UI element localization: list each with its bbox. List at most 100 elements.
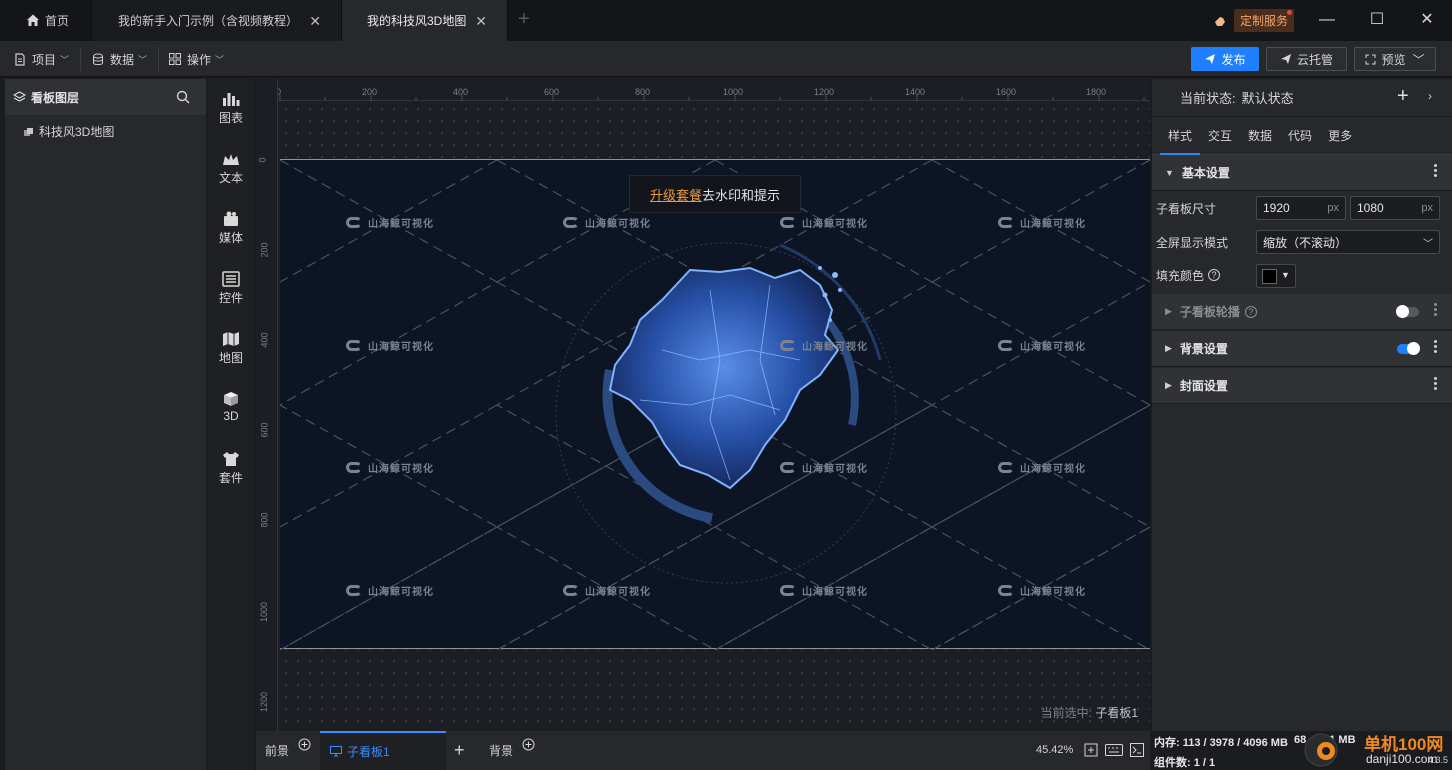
tab-tutorial[interactable]: 我的新手入门示例（含视频教程） ✕ — [92, 0, 342, 41]
caret-right-icon: ▶ — [1165, 343, 1172, 353]
cloud-hosting-label: 云托管 — [1296, 52, 1333, 67]
current-selection-label: 当前选中: — [1040, 706, 1092, 720]
keyboard-icon[interactable] — [1105, 744, 1123, 756]
menu-data[interactable]: 数据 ﹀ — [92, 41, 147, 77]
watermark: 山海鲸可视化 — [780, 338, 868, 353]
tab-sub-board[interactable]: 子看板1 — [320, 731, 446, 770]
section-basic-settings[interactable]: ▼ 基本设置 — [1152, 155, 1452, 191]
add-circle-icon[interactable] — [522, 738, 535, 751]
section-background-label: 背景设置 — [1179, 342, 1228, 356]
component-chart[interactable]: 图表 — [208, 91, 254, 126]
search-icon[interactable] — [176, 90, 190, 104]
component-kit[interactable]: 套件 — [208, 451, 254, 486]
fullscreen-mode-select[interactable]: 缩放（不滚动） ﹀ — [1256, 230, 1440, 254]
tab-foreground[interactable]: 前景 — [256, 731, 318, 770]
watermark: 山海鲸可视化 — [998, 338, 1086, 353]
add-sub-board-icon[interactable]: + — [454, 731, 474, 770]
carousel-toggle[interactable] — [1396, 305, 1419, 318]
menu-project-label: 项目 — [32, 52, 57, 67]
background-toggle[interactable] — [1397, 342, 1420, 355]
add-circle-icon[interactable] — [298, 738, 311, 751]
preview-button[interactable]: 预览 ﹀ — [1354, 47, 1436, 71]
width-input[interactable]: 1920 px — [1256, 196, 1346, 220]
publish-button[interactable]: 发布 — [1191, 47, 1259, 71]
component-toolbar: 图表 文本 媒体 控件 地图 3D 套件 — [208, 79, 254, 770]
divider — [80, 47, 81, 71]
tab-code[interactable]: 代码 — [1280, 117, 1320, 155]
sub-board[interactable]: 山海鲸可视化 山海鲸可视化 山海鲸可视化 山海鲸可视化 山海鲸可视化 山海鲸可视… — [280, 159, 1150, 650]
tab-home[interactable]: 首页 — [0, 0, 92, 41]
canvas-area[interactable]: 0 200 400 600 800 1000 1200 1400 1600 18… — [256, 79, 1150, 731]
watermark: 山海鲸可视化 — [998, 215, 1086, 230]
close-icon[interactable]: ✕ — [309, 13, 321, 30]
menu-bar: 项目 ﹀ 数据 ﹀ 操作 ﹀ 发布 云托管 预览 ﹀ — [0, 41, 1452, 77]
watermark: 山海鲸可视化 — [998, 583, 1086, 598]
help-icon[interactable]: ? — [1244, 305, 1257, 318]
width-value: 1920 — [1263, 201, 1290, 215]
tab-more[interactable]: 更多 — [1320, 117, 1360, 155]
more-icon[interactable] — [1434, 164, 1438, 179]
component-media[interactable]: 媒体 — [208, 211, 254, 246]
fullscreen-icon — [1365, 54, 1376, 64]
site-url: danji100.com — [1366, 752, 1438, 766]
terminal-icon[interactable] — [1130, 743, 1144, 757]
minimize-button[interactable]: — — [1314, 8, 1340, 32]
custom-service-button[interactable]: 定制服务 — [1212, 9, 1295, 32]
ruler-label: 200 — [362, 87, 378, 97]
more-icon[interactable] — [1434, 340, 1438, 355]
component-kit-label: 套件 — [218, 471, 243, 485]
state-value[interactable]: 默认状态 — [1242, 88, 1294, 107]
ruler-label: 1600 — [996, 87, 1017, 97]
cloud-hosting-button[interactable]: 云托管 — [1266, 47, 1347, 71]
ruler-label: 800 — [635, 87, 651, 97]
section-carousel-label: 子看板轮播 — [1179, 305, 1240, 319]
fit-screen-icon[interactable] — [1084, 743, 1098, 757]
section-carousel[interactable]: ▶ 子看板轮播 ? — [1152, 294, 1452, 330]
component-3d[interactable]: 3D — [208, 391, 254, 423]
tab-background[interactable]: 背景 — [480, 731, 542, 770]
zoom-level[interactable]: 45.42% — [1036, 744, 1073, 756]
close-icon[interactable]: ✕ — [475, 13, 487, 30]
text-icon — [223, 154, 239, 165]
maximize-button[interactable]: ☐ — [1364, 8, 1390, 32]
height-value: 1080 — [1357, 201, 1384, 215]
watermark: 山海鲸可视化 — [998, 460, 1086, 475]
chevron-right-icon[interactable]: › — [1428, 89, 1432, 103]
ruler-label: 1200 — [814, 87, 835, 97]
more-icon[interactable] — [1434, 377, 1438, 392]
ruler-label: 1000 — [723, 87, 744, 97]
component-3d-label: 3D — [223, 409, 239, 423]
section-background[interactable]: ▶ 背景设置 — [1152, 331, 1452, 367]
fill-color-picker[interactable]: ▼ — [1256, 264, 1296, 288]
menu-operate[interactable]: 操作 ﹀ — [169, 41, 224, 77]
tab-data[interactable]: 数据 — [1240, 117, 1280, 155]
more-icon[interactable] — [1434, 303, 1438, 318]
tab-3d-map[interactable]: 我的科技风3D地图 ✕ — [342, 0, 508, 41]
watermark: 山海鲸可视化 — [346, 460, 434, 475]
help-icon[interactable]: ? — [1208, 269, 1221, 281]
database-icon — [93, 53, 103, 65]
current-selection: 当前选中: 子看板1 — [1041, 704, 1138, 721]
tab-interaction[interactable]: 交互 — [1200, 117, 1240, 155]
component-map[interactable]: 地图 — [208, 331, 254, 366]
section-cover[interactable]: ▶ 封面设置 — [1152, 368, 1452, 404]
preview-label: 预览 — [1381, 52, 1406, 67]
site-logo-icon — [1304, 733, 1338, 767]
menu-operate-label: 操作 — [187, 52, 212, 67]
upgrade-link[interactable]: 升级套餐 — [650, 185, 702, 204]
add-state-icon[interactable]: + — [1397, 85, 1409, 108]
menu-project[interactable]: 项目 ﹀ — [14, 41, 69, 77]
ruler-label: 1200 — [259, 691, 270, 713]
layer-item[interactable]: 科技风3D地图 — [5, 123, 206, 140]
component-count: 组件数: 1 / 1 — [1154, 757, 1216, 769]
tab-style[interactable]: 样式 — [1160, 117, 1201, 155]
component-control[interactable]: 控件 — [208, 271, 254, 306]
height-input[interactable]: 1080 px — [1350, 196, 1440, 220]
kit-icon — [223, 452, 239, 466]
status-area: 内存: 113 / 3978 / 4096 MB 68 181 MB 组件数: … — [1152, 731, 1452, 770]
component-text[interactable]: 文本 — [208, 151, 254, 186]
ruler-label: 400 — [453, 87, 469, 97]
close-window-button[interactable]: ✕ — [1414, 8, 1440, 32]
new-tab-icon[interactable]: + — [518, 8, 530, 31]
watermark: 山海鲸可视化 — [780, 215, 868, 230]
